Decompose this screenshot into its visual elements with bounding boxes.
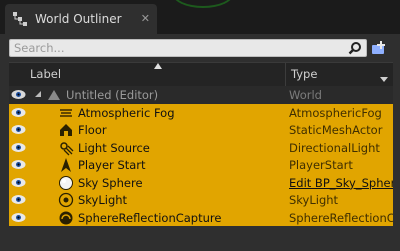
list-item-sphere-reflection-capture[interactable]: SphereReflectionCapture SphereReflection… <box>9 208 393 226</box>
row-type: AtmosphericFog <box>289 105 382 120</box>
list-item-atmospheric-fog[interactable]: Atmospheric Fog AtmosphericFog <box>9 103 393 121</box>
skylight-icon <box>58 192 74 208</box>
tab-bar-decoration <box>172 0 234 8</box>
row-label: Player Start <box>78 158 146 172</box>
static-mesh-icon <box>60 124 72 136</box>
visibility-eye-icon[interactable] <box>11 194 26 205</box>
column-header: Label Type <box>9 62 393 87</box>
search-icon[interactable] <box>348 41 362 55</box>
outliner-rows: Untitled (Editor) World Atmospheric Fog … <box>9 86 393 251</box>
add-folder-icon[interactable] <box>370 39 388 57</box>
column-divider[interactable] <box>285 63 286 87</box>
list-item-floor[interactable]: Floor StaticMeshActor <box>9 121 393 139</box>
row-label: SkyLight <box>78 193 128 207</box>
visibility-eye-icon[interactable] <box>11 142 26 153</box>
world-icon <box>48 90 60 100</box>
row-type: DirectionalLight <box>289 140 380 155</box>
row-label: Floor <box>78 123 107 137</box>
search-row <box>0 34 400 62</box>
row-type: StaticMeshActor <box>289 123 383 137</box>
close-icon[interactable]: ✕ <box>141 12 150 25</box>
row-label: Atmospheric Fog <box>78 105 175 120</box>
search-input[interactable] <box>14 40 334 56</box>
column-header-label[interactable]: Label <box>30 67 61 81</box>
row-type: PlayerStart <box>289 158 353 172</box>
world-outliner-panel: Label Type Untitled (Editor) World <box>0 34 400 251</box>
player-start-icon <box>61 158 71 172</box>
visibility-eye-icon[interactable] <box>11 124 26 135</box>
list-item-light-source[interactable]: Light Source DirectionalLight <box>9 138 393 156</box>
visibility-eye-icon[interactable] <box>11 177 26 188</box>
tab-bar: World Outliner ✕ <box>0 0 400 34</box>
collapse-triangle-icon[interactable] <box>35 91 41 97</box>
row-label: Light Source <box>78 140 150 155</box>
visibility-eye-icon[interactable] <box>11 159 26 170</box>
list-item-sky-sphere[interactable]: Sky Sphere Edit BP_Sky_Sphere <box>9 173 393 191</box>
list-item-player-start[interactable]: Player Start PlayerStart <box>9 156 393 174</box>
list-item-skylight[interactable]: SkyLight SkyLight <box>9 191 393 209</box>
reflection-capture-icon <box>59 211 73 224</box>
tab-title: World Outliner <box>35 12 122 26</box>
visibility-eye-icon[interactable] <box>11 89 26 100</box>
visibility-eye-icon[interactable] <box>11 212 26 223</box>
list-item-untitled-editor[interactable]: Untitled (Editor) World <box>9 86 393 104</box>
row-type: World <box>289 88 322 102</box>
visibility-eye-icon[interactable] <box>11 107 26 118</box>
directional-light-icon <box>60 141 74 155</box>
search-box[interactable] <box>9 39 367 57</box>
fog-icon <box>60 108 72 117</box>
row-type: SphereReflectionCapture <box>289 210 393 225</box>
edit-blueprint-link[interactable]: Edit BP_Sky_Sphere <box>289 176 393 190</box>
tab-world-outliner[interactable]: World Outliner ✕ <box>5 4 157 34</box>
row-label: Sky Sphere <box>78 175 143 190</box>
row-label: Untitled (Editor) <box>66 88 159 102</box>
chevron-down-icon[interactable] <box>380 77 388 82</box>
world-outliner-icon <box>13 12 27 26</box>
column-header-type[interactable]: Type <box>291 67 317 81</box>
sort-ascending-icon[interactable] <box>154 63 162 69</box>
row-label: SphereReflectionCapture <box>78 210 222 225</box>
sphere-icon <box>59 175 73 190</box>
row-type: SkyLight <box>289 193 339 207</box>
